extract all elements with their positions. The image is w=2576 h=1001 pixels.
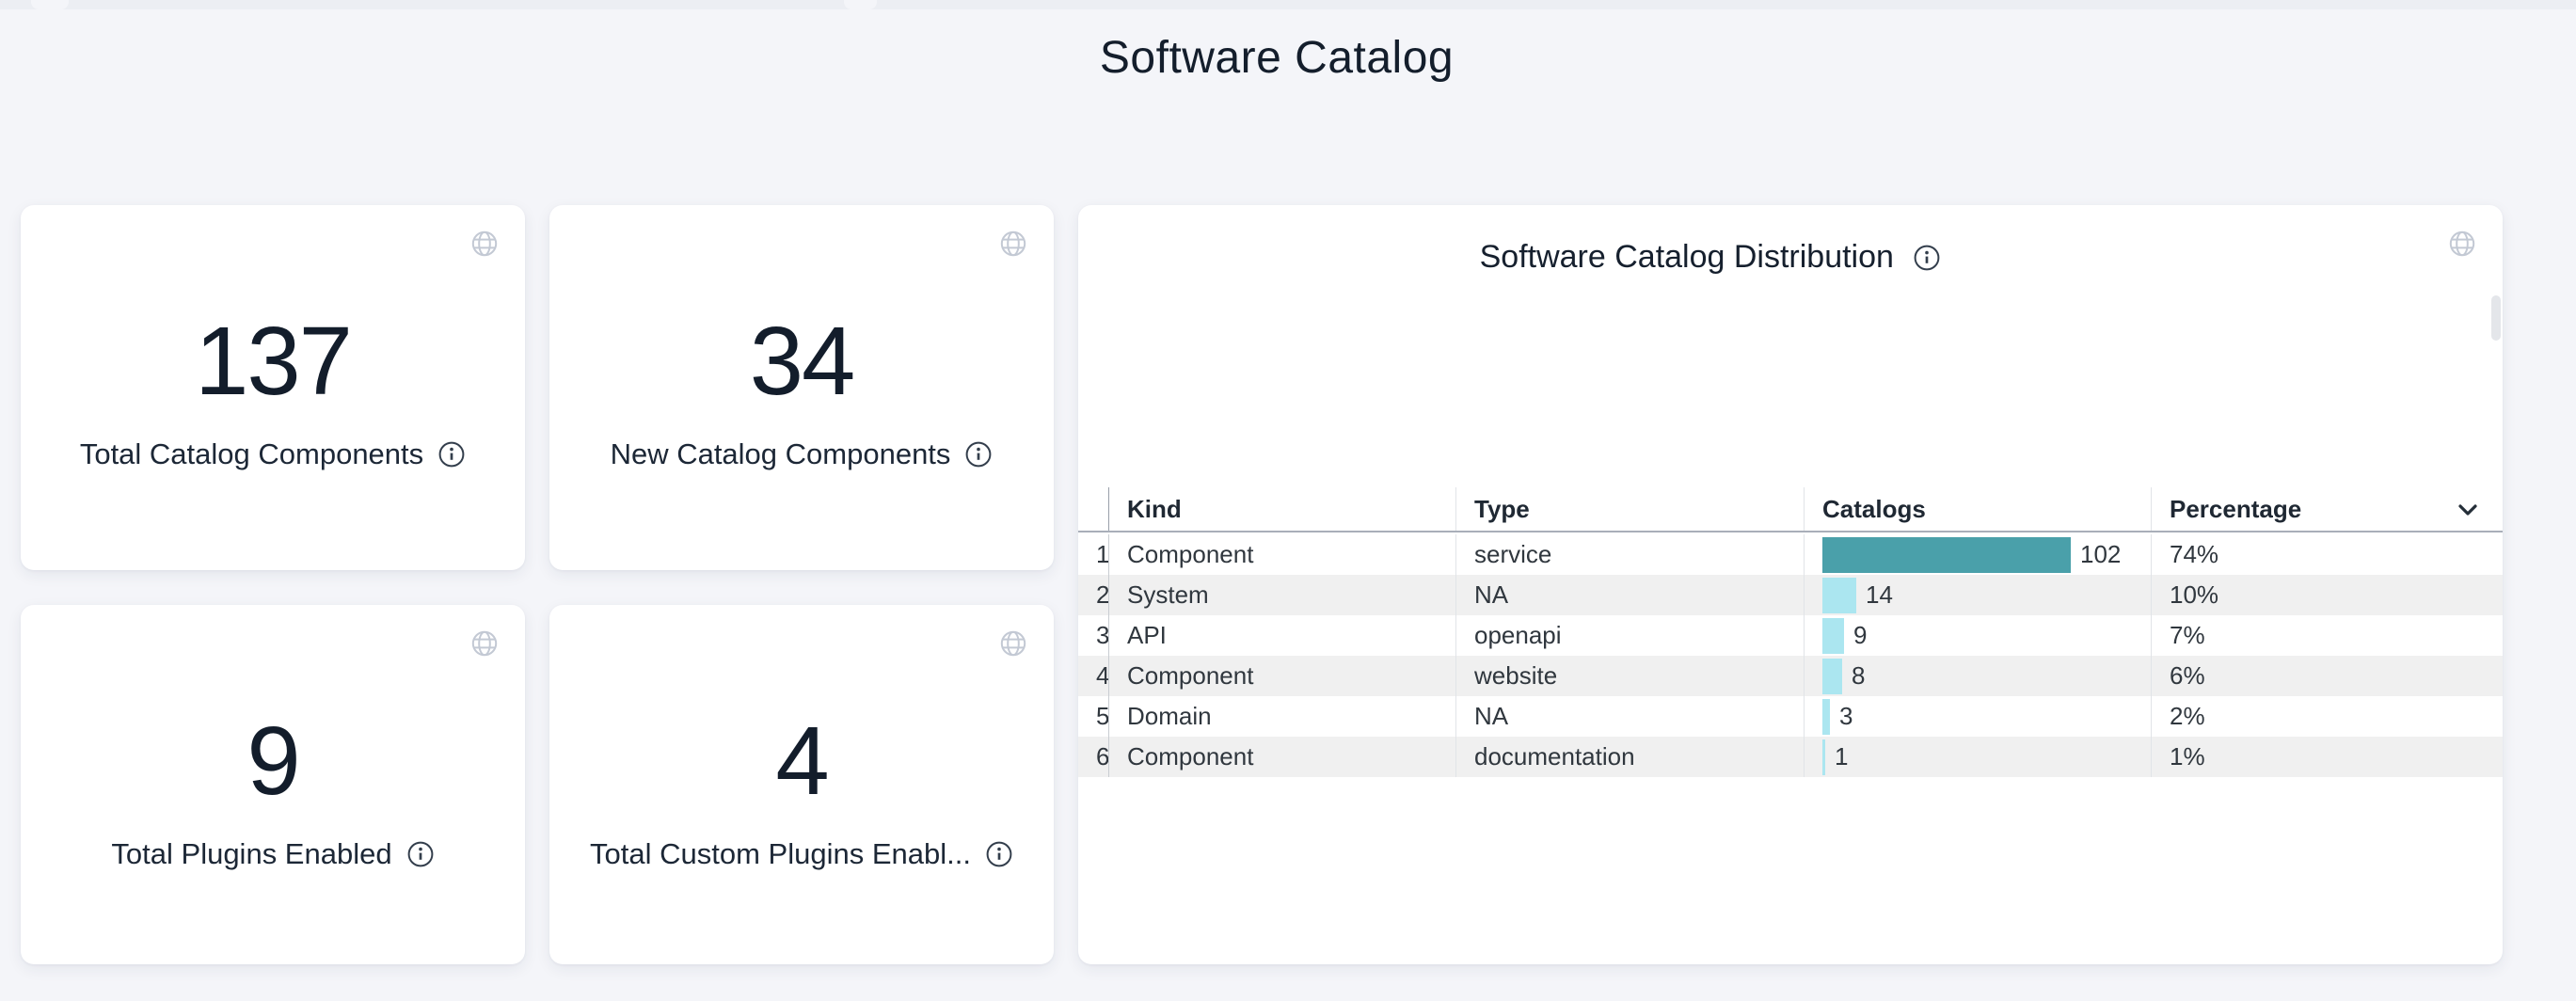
stat-label: Total Catalog Components bbox=[80, 437, 423, 471]
info-icon[interactable] bbox=[985, 840, 1013, 868]
type-cell: NA bbox=[1455, 696, 1804, 737]
catalogs-cell: 3 bbox=[1804, 696, 2151, 737]
catalogs-value: 9 bbox=[1853, 621, 1867, 650]
kind-cell: System bbox=[1108, 575, 1455, 615]
stat-card-total-plugins-enabled: 9 Total Plugins Enabled bbox=[21, 605, 525, 964]
catalogs-value: 102 bbox=[2080, 540, 2121, 569]
table-row: 2 System NA 14 10% bbox=[1078, 575, 2503, 615]
catalogs-cell: 9 bbox=[1804, 615, 2151, 656]
row-index-cell: 3 bbox=[1078, 615, 1108, 656]
row-index-cell: 6 bbox=[1078, 737, 1108, 777]
column-header-index bbox=[1078, 487, 1108, 531]
type-cell: website bbox=[1455, 656, 1804, 696]
percentage-cell: 1% bbox=[2151, 737, 2503, 777]
table-row: 6 Component documentation 1 1% bbox=[1078, 737, 2503, 777]
info-icon[interactable] bbox=[964, 440, 993, 469]
stat-label: Total Plugins Enabled bbox=[111, 837, 391, 871]
type-cell: NA bbox=[1455, 575, 1804, 615]
stat-card-total-catalog-components: 137 Total Catalog Components bbox=[21, 205, 525, 570]
column-header-type[interactable]: Type bbox=[1455, 487, 1804, 531]
info-icon[interactable] bbox=[406, 840, 435, 868]
catalogs-value: 3 bbox=[1839, 702, 1852, 731]
globe-icon[interactable] bbox=[470, 230, 499, 258]
page-title: Software Catalog bbox=[0, 32, 2553, 84]
catalogs-cell: 8 bbox=[1804, 656, 2151, 696]
table-row: 5 Domain NA 3 2% bbox=[1078, 696, 2503, 737]
catalogs-bar bbox=[1822, 618, 1844, 654]
globe-icon[interactable] bbox=[999, 629, 1027, 658]
column-header-percentage[interactable]: Percentage bbox=[2151, 487, 2503, 531]
row-index-cell: 1 bbox=[1078, 534, 1108, 575]
stat-label: New Catalog Components bbox=[611, 437, 951, 471]
kind-cell: Domain bbox=[1108, 696, 1455, 737]
catalogs-value: 1 bbox=[1835, 742, 1848, 771]
catalogs-bar bbox=[1822, 537, 2071, 573]
type-cell: openapi bbox=[1455, 615, 1804, 656]
stat-label: Total Custom Plugins Enabl... bbox=[590, 837, 971, 871]
table-header-row: Kind Type Catalogs Percentage bbox=[1078, 487, 2503, 532]
stat-value: 9 bbox=[246, 712, 298, 809]
catalogs-cell: 14 bbox=[1804, 575, 2151, 615]
table-row: 4 Component website 8 6% bbox=[1078, 656, 2503, 696]
percentage-cell: 2% bbox=[2151, 696, 2503, 737]
kind-cell: Component bbox=[1108, 737, 1455, 777]
info-icon[interactable] bbox=[1913, 244, 1941, 272]
top-strip-notch bbox=[31, 0, 69, 9]
kind-cell: Component bbox=[1108, 656, 1455, 696]
stat-value: 137 bbox=[195, 312, 351, 409]
percentage-cell: 74% bbox=[2151, 534, 2503, 575]
stat-card-new-catalog-components: 34 New Catalog Components bbox=[549, 205, 1054, 570]
catalogs-bar bbox=[1822, 739, 1825, 775]
row-index-cell: 5 bbox=[1078, 696, 1108, 737]
table-body: 1 Component service 102 74% 2 System NA … bbox=[1078, 534, 2503, 777]
catalogs-bar bbox=[1822, 699, 1830, 735]
catalogs-bar bbox=[1822, 578, 1856, 613]
row-index-cell: 2 bbox=[1078, 575, 1108, 615]
globe-icon[interactable] bbox=[2448, 230, 2476, 258]
distribution-card-header: Software Catalog Distribution bbox=[1078, 239, 2503, 276]
distribution-card: Software Catalog Distribution Kind Type … bbox=[1078, 205, 2503, 964]
catalogs-value: 14 bbox=[1866, 580, 1893, 610]
catalogs-bar bbox=[1822, 659, 1842, 694]
table-row: 3 API openapi 9 7% bbox=[1078, 615, 2503, 656]
stat-value: 34 bbox=[750, 312, 854, 409]
type-cell: service bbox=[1455, 534, 1804, 575]
catalogs-cell: 102 bbox=[1804, 534, 2151, 575]
column-header-kind[interactable]: Kind bbox=[1108, 487, 1455, 531]
kind-cell: API bbox=[1108, 615, 1455, 656]
column-header-catalogs[interactable]: Catalogs bbox=[1804, 487, 2151, 531]
percentage-cell: 10% bbox=[2151, 575, 2503, 615]
kind-cell: Component bbox=[1108, 534, 1455, 575]
catalogs-cell: 1 bbox=[1804, 737, 2151, 777]
row-index-cell: 4 bbox=[1078, 656, 1108, 696]
type-cell: documentation bbox=[1455, 737, 1804, 777]
column-header-percentage-label: Percentage bbox=[2170, 495, 2301, 523]
stat-value: 4 bbox=[775, 712, 827, 809]
top-strip bbox=[0, 0, 2576, 9]
chevron-down-icon[interactable] bbox=[2454, 496, 2482, 524]
globe-icon[interactable] bbox=[999, 230, 1027, 258]
percentage-cell: 7% bbox=[2151, 615, 2503, 656]
table-row: 1 Component service 102 74% bbox=[1078, 534, 2503, 575]
distribution-title: Software Catalog Distribution bbox=[1480, 239, 1894, 275]
info-icon[interactable] bbox=[437, 440, 466, 469]
percentage-cell: 6% bbox=[2151, 656, 2503, 696]
scrollbar-thumb[interactable] bbox=[2491, 295, 2501, 341]
globe-icon[interactable] bbox=[470, 629, 499, 658]
catalogs-value: 8 bbox=[1852, 661, 1865, 691]
stat-card-total-custom-plugins-enabled: 4 Total Custom Plugins Enabl... bbox=[549, 605, 1054, 964]
top-strip-notch bbox=[844, 0, 877, 9]
